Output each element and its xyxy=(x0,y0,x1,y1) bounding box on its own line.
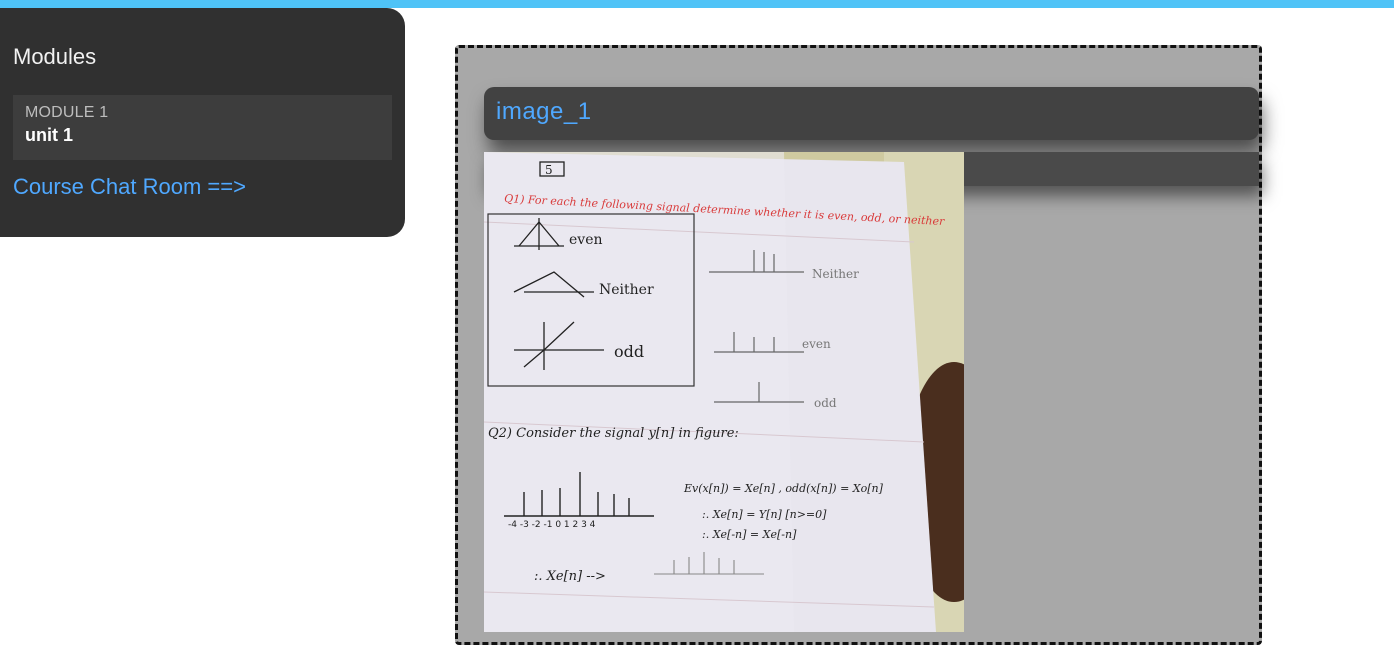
answer-odd-1: odd xyxy=(614,342,644,361)
module-unit-link[interactable]: unit 1 xyxy=(25,125,73,146)
image-title: image_1 xyxy=(496,98,592,125)
answer-even-2: even xyxy=(802,337,831,351)
answer-odd-2: odd xyxy=(814,396,837,410)
notes-photo-drawing: 5 Q1) For each the following signal dete… xyxy=(484,152,964,632)
question-2: Q2) Consider the signal y[n] in figure: xyxy=(488,426,739,441)
answer-neither-1: Neither xyxy=(599,282,654,298)
image-header: image_1 xyxy=(484,87,1259,140)
equation-3: :. Xe[-n] = Xe[-n] xyxy=(702,528,797,541)
page-number: 5 xyxy=(545,163,553,177)
module-label: MODULE 1 xyxy=(25,104,109,121)
equation-2: :. Xe[n] = Y[n] [n>=0] xyxy=(702,508,827,521)
axis-ticks: -4 -3 -2 -1 0 1 2 3 4 xyxy=(508,520,596,530)
modules-sidebar: Modules MODULE 1 unit 1 Course Chat Room… xyxy=(0,8,405,237)
sidebar-title: Modules xyxy=(13,44,97,69)
course-chat-room-link[interactable]: Course Chat Room ==> xyxy=(13,174,246,200)
image-viewer-frame: image_1 5 Q1) For each the following sig… xyxy=(455,45,1262,645)
notes-photo[interactable]: 5 Q1) For each the following signal dete… xyxy=(484,152,964,632)
answer-neither-2: Neither xyxy=(812,267,859,281)
answer-even-1: even xyxy=(569,232,603,248)
module-card[interactable]: MODULE 1 unit 1 xyxy=(13,95,392,160)
equation-1: Ev(x[n]) = Xe[n] , odd(x[n]) = Xo[n] xyxy=(683,482,884,495)
top-accent-bar xyxy=(0,0,1394,8)
equation-4: :. Xe[n] --> xyxy=(534,569,606,584)
